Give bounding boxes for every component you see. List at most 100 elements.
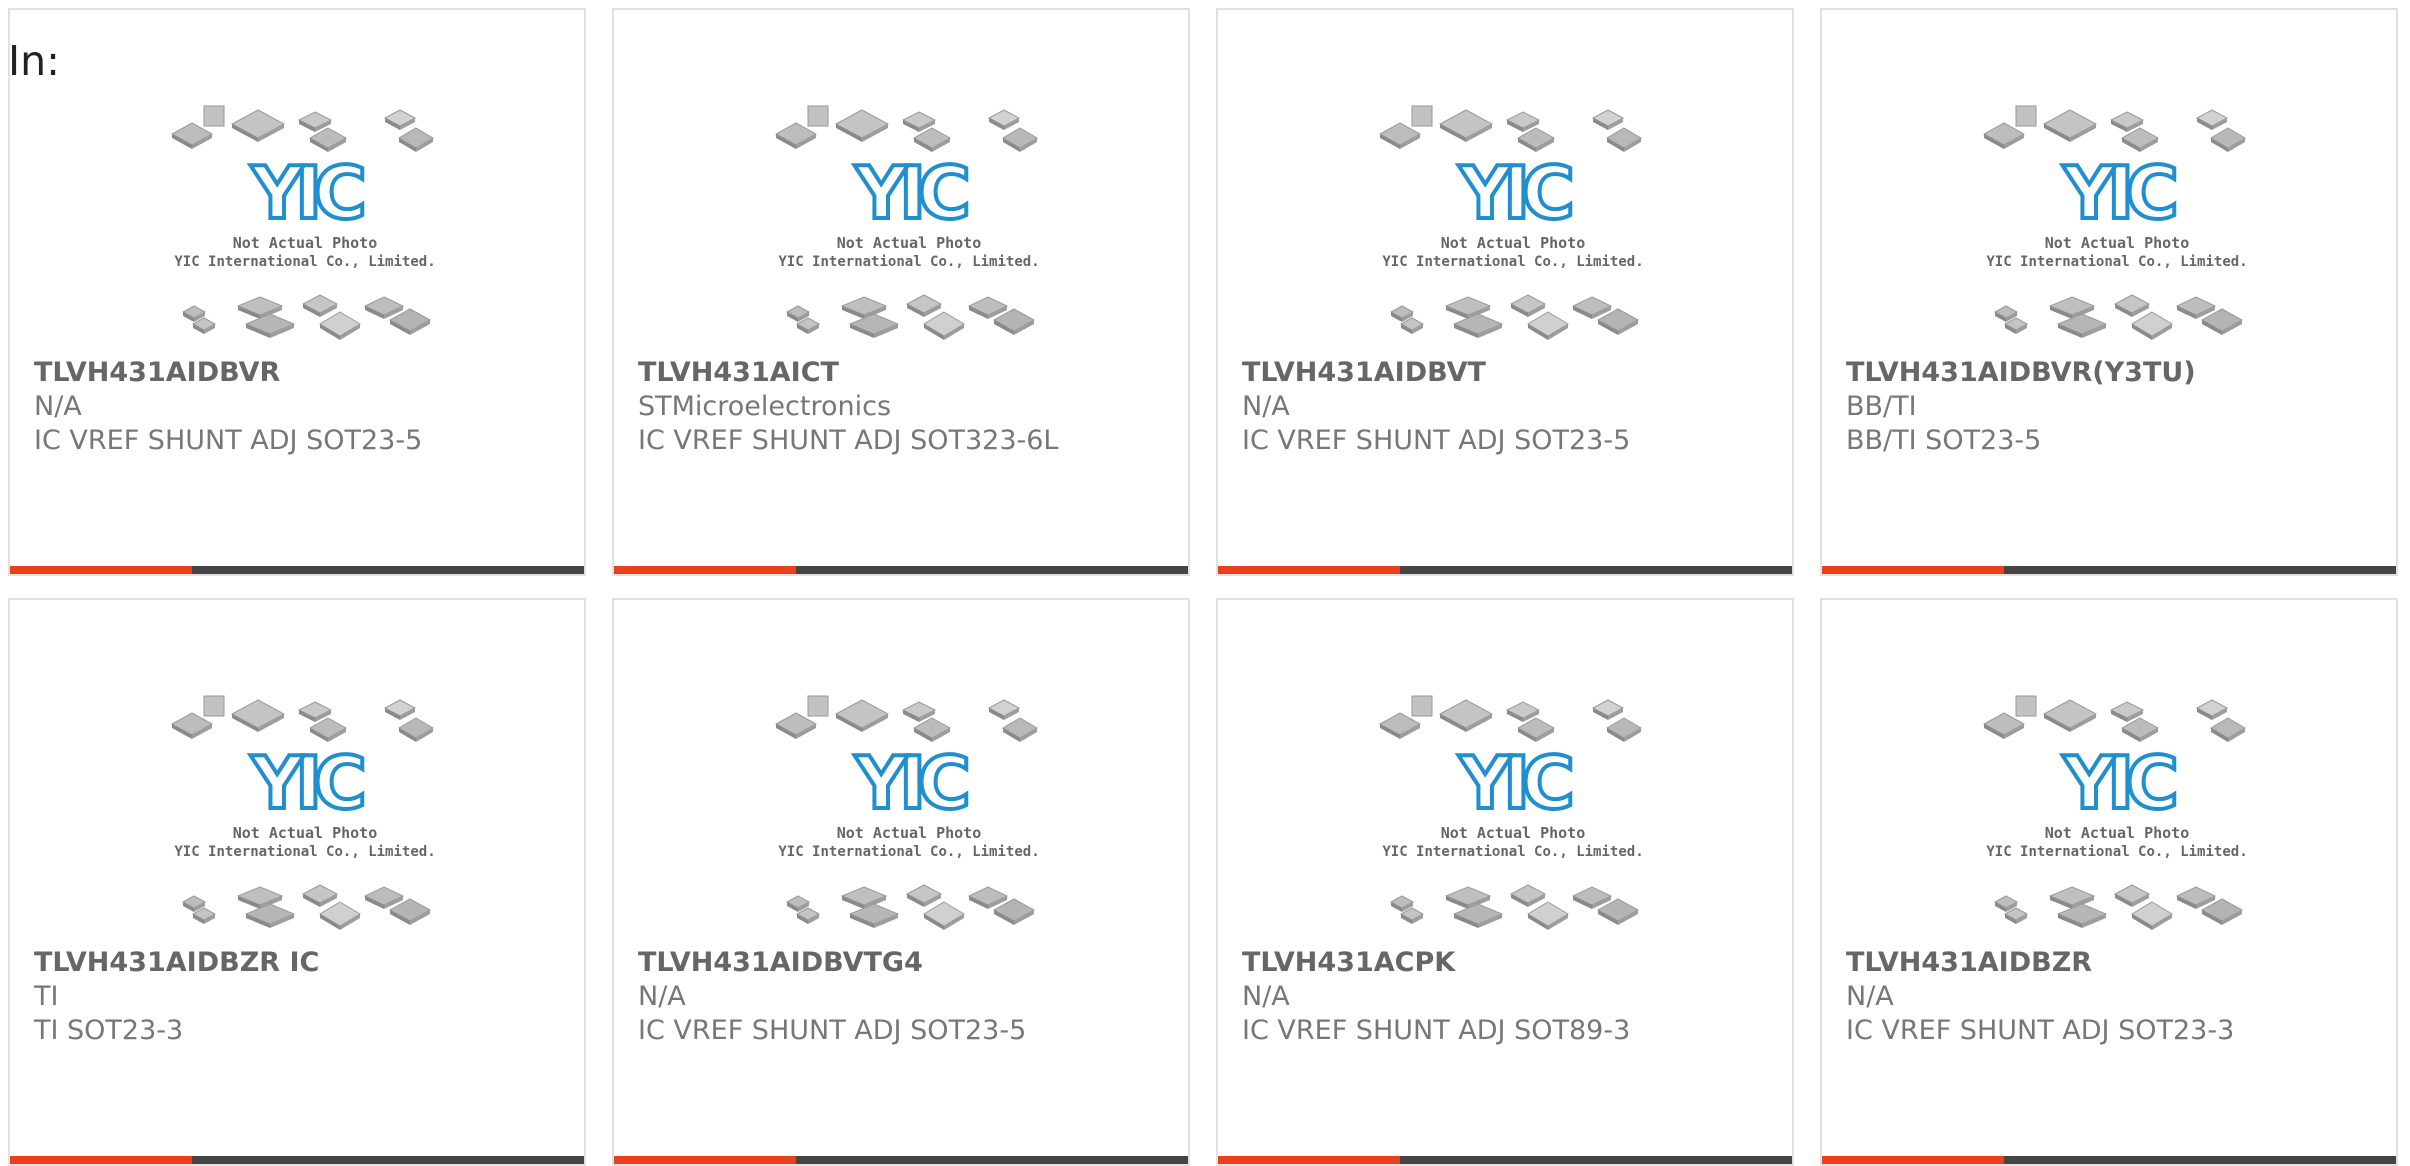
- chip-icon: [2210, 127, 2246, 152]
- product-placeholder-image: YIC Not Actual Photo YIC International Co.…: [774, 100, 1044, 350]
- chip-icon: [1002, 717, 1038, 742]
- chip-icon: [2056, 313, 2108, 338]
- chip-icon: [1591, 109, 1625, 130]
- card-accent-bar: [614, 566, 796, 574]
- yic-logo: YIC: [250, 151, 363, 235]
- chip-icon: [1002, 127, 1038, 152]
- chip-icon: [1509, 294, 1547, 317]
- chip-icon: [244, 903, 296, 928]
- yic-logo: YIC: [2062, 741, 2175, 825]
- product-card[interactable]: YIC Not Actual Photo YIC International Co.…: [1216, 598, 1794, 1166]
- description: IC VREF SHUNT ADJ SOT89-3: [1242, 1015, 1631, 1046]
- description: IC VREF SHUNT ADJ SOT323-6L: [638, 425, 1059, 456]
- product-card[interactable]: YIC Not Actual Photo YIC International Co.…: [8, 598, 586, 1166]
- chip-icon: [1591, 699, 1625, 720]
- chip-icon: [1411, 695, 1433, 717]
- product-card[interactable]: YIC Not Actual Photo YIC International Co.…: [1820, 598, 2398, 1166]
- product-card[interactable]: YIC Not Actual Photo YIC International Co.…: [1216, 8, 1794, 576]
- chip-icon: [236, 296, 284, 319]
- chip-icon: [203, 695, 225, 717]
- chip-icon: [1452, 903, 1504, 928]
- card-bottom-bar: [1218, 1156, 1792, 1164]
- part-number[interactable]: TLVH431AICT: [638, 356, 839, 390]
- product-card[interactable]: YIC Not Actual Photo YIC International Co.…: [1820, 8, 2398, 576]
- card-accent-bar: [1218, 1156, 1400, 1164]
- card-bottom-bar: [10, 1156, 584, 1164]
- part-number[interactable]: TLVH431ACPK: [1242, 946, 1455, 980]
- card-accent-bar: [10, 1156, 192, 1164]
- placeholder-graphic: YICNot Actual Photo YIC International Co.…: [774, 695, 1040, 930]
- placeholder-graphic: YICNot Actual Photo YIC International Co.…: [170, 105, 436, 340]
- manufacturer: STMicroelectronics: [638, 391, 892, 422]
- chip-icon: [383, 699, 417, 720]
- product-card[interactable]: YIC Not Actual Photo YIC International Co.…: [612, 598, 1190, 1166]
- chip-icon: [2048, 886, 2096, 909]
- placeholder-caption-1: Not Actual Photo: [2045, 234, 2190, 252]
- chip-icon: [2210, 717, 2246, 742]
- product-placeholder-image: YIC Not Actual Photo YIC International Co.…: [1378, 100, 1648, 350]
- chip-icon: [2015, 105, 2037, 127]
- description: IC VREF SHUNT ADJ SOT23-5: [638, 1015, 1027, 1046]
- product-placeholder-image: YIC Not Actual Photo YIC International Co.…: [1378, 690, 1648, 940]
- placeholder-graphic: YICNot Actual Photo YIC International Co.…: [1378, 105, 1644, 340]
- part-number[interactable]: TLVH431AIDBVR: [34, 356, 280, 390]
- part-number[interactable]: TLVH431AIDBVR(Y3TU): [1846, 356, 2196, 390]
- placeholder-graphic: YICNot Actual Photo YIC International Co.…: [1982, 105, 2248, 340]
- chip-icon: [170, 712, 214, 739]
- manufacturer: N/A: [1242, 391, 1290, 422]
- placeholder-graphic: YICNot Actual Photo YIC International Co.…: [1982, 695, 2248, 930]
- description: IC VREF SHUNT ADJ SOT23-5: [34, 425, 423, 456]
- manufacturer: N/A: [1846, 981, 1894, 1012]
- chip-icon: [1982, 122, 2026, 149]
- chip-icon: [2195, 109, 2229, 130]
- chip-icon: [848, 903, 900, 928]
- part-number[interactable]: TLVH431AIDBVTG4: [638, 946, 923, 980]
- product-card[interactable]: YIC Not Actual Photo YIC International Co.…: [8, 8, 586, 576]
- description: IC VREF SHUNT ADJ SOT23-5: [1242, 425, 1631, 456]
- yic-logo: YIC: [1458, 151, 1571, 235]
- chip-icon: [2048, 296, 2096, 319]
- chip-icon: [2195, 699, 2229, 720]
- card-bottom-bar: [1822, 566, 2396, 574]
- card-bottom-bar: [1218, 566, 1792, 574]
- placeholder-caption-1: Not Actual Photo: [2045, 824, 2190, 842]
- chip-icon: [774, 712, 818, 739]
- card-accent-bar: [10, 566, 192, 574]
- placeholder-caption-2: YIC International Co., Limited.: [1382, 254, 1643, 270]
- chip-icon: [236, 886, 284, 909]
- chip-icon: [905, 294, 943, 317]
- chip-icon: [301, 294, 339, 317]
- chip-icon: [2056, 903, 2108, 928]
- chip-icon: [923, 901, 965, 930]
- part-number[interactable]: TLVH431AIDBZR IC: [34, 946, 319, 980]
- card-accent-bar: [1822, 1156, 2004, 1164]
- chip-icon: [170, 122, 214, 149]
- product-card[interactable]: YIC Not Actual Photo YIC International Co.…: [612, 8, 1190, 576]
- product-placeholder-image: YIC Not Actual Photo YIC International Co.…: [774, 690, 1044, 940]
- chip-icon: [905, 884, 943, 907]
- chip-icon: [807, 695, 829, 717]
- part-number[interactable]: TLVH431AIDBVT: [1242, 356, 1486, 390]
- product-grid: YIC Not Actual Photo YIC International Co.…: [0, 0, 2410, 1166]
- chip-icon: [1444, 886, 1492, 909]
- chip-icon: [319, 901, 361, 930]
- manufacturer: TI: [34, 981, 59, 1012]
- chip-icon: [230, 109, 286, 142]
- manufacturer: BB/TI: [1846, 391, 1917, 422]
- product-placeholder-image: YIC Not Actual Photo YIC International Co.…: [170, 100, 440, 350]
- chip-icon: [1378, 122, 1422, 149]
- product-placeholder-image: YIC Not Actual Photo YIC International Co.…: [1982, 100, 2252, 350]
- chip-icon: [2131, 901, 2173, 930]
- chip-icon: [2113, 884, 2151, 907]
- placeholder-graphic: YICNot Actual Photo YIC International Co.…: [1378, 695, 1644, 930]
- chip-icon: [398, 717, 434, 742]
- chip-icon: [2042, 109, 2098, 142]
- part-number[interactable]: TLVH431AIDBZR: [1846, 946, 2092, 980]
- placeholder-graphic: YICNot Actual Photo YIC International Co.…: [170, 695, 436, 930]
- placeholder-caption-2: YIC International Co., Limited.: [778, 844, 1039, 860]
- card-bottom-bar: [614, 566, 1188, 574]
- manufacturer: N/A: [638, 981, 686, 1012]
- chip-icon: [203, 105, 225, 127]
- search-context-label: In:: [8, 37, 60, 85]
- chip-icon: [848, 313, 900, 338]
